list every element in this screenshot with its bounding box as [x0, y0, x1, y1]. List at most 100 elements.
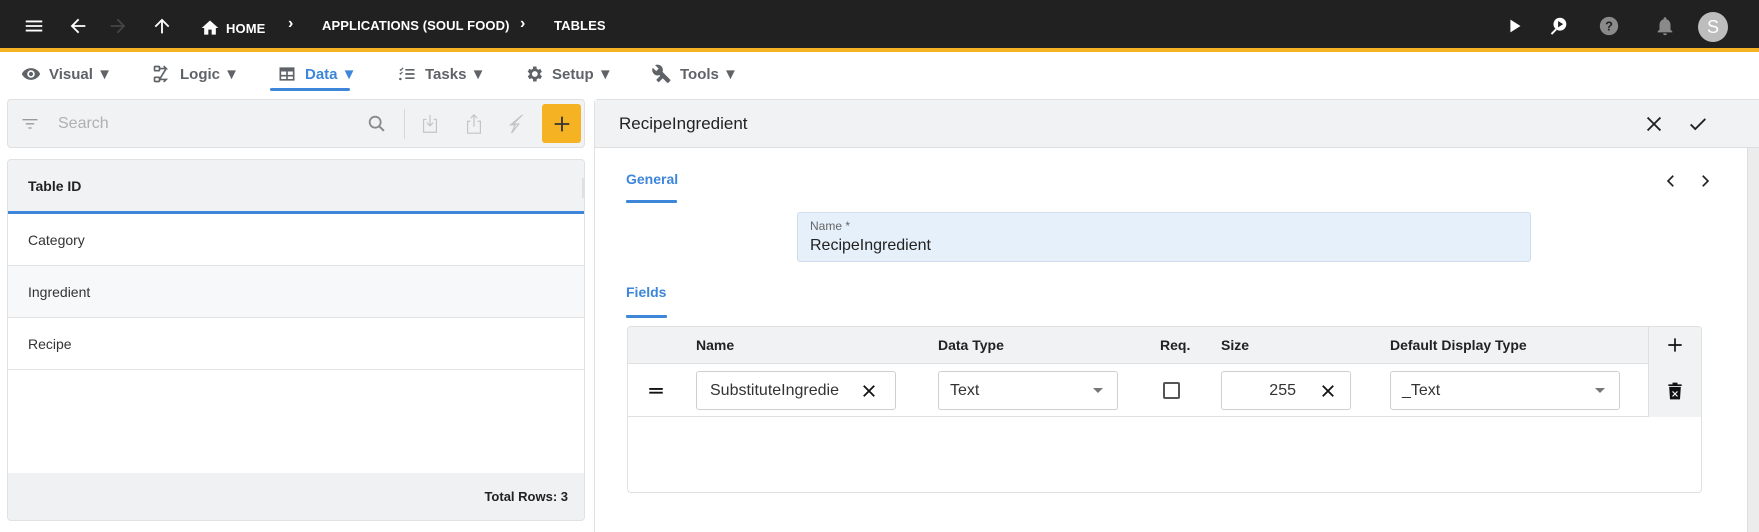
menu-data[interactable]: Data ▼: [277, 62, 357, 86]
data-type-select[interactable]: Text: [938, 371, 1118, 410]
help-icon[interactable]: ?: [1596, 13, 1622, 39]
logic-icon: [153, 65, 169, 83]
dropdown-caret-icon: [1595, 388, 1605, 393]
plus-icon: [554, 116, 569, 131]
lightning-icon[interactable]: [505, 112, 529, 136]
breadcrumb-tables-label: TABLES: [554, 18, 606, 33]
breadcrumb-tables[interactable]: TABLES: [554, 18, 606, 33]
tab-fields-indicator: [626, 315, 667, 318]
menu-setup[interactable]: Setup ▼: [524, 62, 613, 86]
chevron-right-icon: ›: [520, 15, 526, 32]
trash-icon: [1668, 382, 1682, 400]
tab-general[interactable]: General: [626, 171, 678, 187]
header-default-display-type: Default Display Type: [1390, 337, 1527, 353]
menu-tasks[interactable]: Tasks ▼: [397, 62, 485, 86]
list-item-label: Ingredient: [28, 283, 91, 300]
dropdown-caret-icon: [1093, 388, 1103, 393]
chevron-right-icon: ›: [288, 15, 294, 32]
gear-icon: [527, 66, 542, 82]
avatar[interactable]: S: [1698, 12, 1728, 42]
menu-tasks-label: Tasks ▼: [425, 65, 486, 83]
size-value: 255: [1269, 381, 1296, 399]
avatar-initial: S: [1706, 16, 1719, 37]
size-input[interactable]: 255: [1221, 371, 1351, 410]
display-type-value: _Text: [1402, 381, 1441, 399]
clear-name-icon[interactable]: [859, 381, 879, 401]
plus-icon: [1668, 338, 1682, 352]
tab-general-indicator: [626, 200, 677, 203]
tools-icon: [652, 64, 671, 83]
breadcrumb-applications[interactable]: APPLICATIONS (SOUL FOOD): [322, 18, 510, 33]
table-row: SubstituteIngredie Text 255 _Text: [628, 364, 1701, 417]
cancel-button[interactable]: [1642, 112, 1666, 136]
add-field-button[interactable]: [1665, 335, 1685, 360]
active-menu-indicator: [270, 88, 350, 91]
menu-icon[interactable]: [21, 13, 47, 39]
data-type-value: Text: [950, 381, 980, 399]
menu-tools[interactable]: Tools ▼: [652, 62, 738, 86]
eye-icon: [21, 68, 41, 80]
column-header-label: Table ID: [28, 177, 82, 194]
drag-handle-icon[interactable]: [647, 382, 665, 405]
toolbar-divider: [404, 109, 405, 139]
display-type-select[interactable]: _Text: [1390, 371, 1620, 410]
add-table-button[interactable]: [542, 104, 581, 143]
list-item[interactable]: Recipe: [8, 318, 584, 370]
column-resize-handle[interactable]: [582, 178, 584, 198]
menu-data-label: Data ▼: [305, 65, 357, 83]
tab-fields[interactable]: Fields: [626, 284, 666, 300]
play-icon[interactable]: [1502, 13, 1528, 39]
search-toolbar: [7, 99, 585, 148]
menu-tools-label: Tools ▼: [680, 65, 738, 83]
filter-icon[interactable]: [18, 112, 42, 136]
list-footer: Total Rows: 3: [8, 473, 584, 520]
clear-size-icon[interactable]: [1318, 381, 1338, 401]
fields-grid-header: Name Data Type Req. Size Default Display…: [628, 327, 1701, 364]
name-field[interactable]: Name * RecipeIngredient: [797, 212, 1531, 262]
table-icon: [279, 67, 295, 81]
next-button[interactable]: [1695, 171, 1715, 191]
menu-bar: Visual ▼ Logic ▼ Data ▼ Tasks ▼ Setup ▼ …: [0, 56, 1759, 136]
save-button[interactable]: [1686, 112, 1710, 136]
menu-logic-label: Logic ▼: [180, 65, 240, 83]
back-arrow-icon[interactable]: [65, 13, 91, 39]
tables-list: Table ID Category Ingredient Recipe Tota…: [7, 159, 585, 521]
search-input[interactable]: [58, 110, 358, 138]
check-icon: [1690, 118, 1706, 131]
close-icon: [1646, 116, 1662, 132]
list-item-label: Category: [28, 231, 85, 248]
app-bar: HOME › APPLICATIONS (SOUL FOOD) › TABLES…: [0, 0, 1759, 52]
column-header-table-id[interactable]: Table ID: [8, 160, 584, 214]
chevron-right-icon: [1702, 175, 1710, 187]
fields-grid: Name Data Type Req. Size Default Display…: [627, 326, 1702, 493]
delete-field-button[interactable]: [1665, 380, 1685, 407]
bell-icon[interactable]: [1652, 13, 1678, 39]
up-arrow-icon[interactable]: [149, 13, 175, 39]
svg-text:?: ?: [1605, 19, 1613, 34]
list-item-label: Recipe: [28, 335, 72, 352]
home-icon: [201, 20, 219, 35]
form-header: RecipeIngredient: [595, 100, 1759, 148]
search-icon[interactable]: [365, 112, 389, 136]
export-icon[interactable]: [462, 112, 486, 136]
tasks-icon: [399, 67, 415, 81]
header-name: Name: [696, 337, 735, 353]
menu-logic[interactable]: Logic ▼: [152, 62, 239, 86]
total-rows: Total Rows: 3: [484, 489, 568, 504]
search-play-icon[interactable]: [1546, 13, 1572, 39]
required-checkbox[interactable]: [1163, 382, 1180, 399]
header-size: Size: [1221, 337, 1250, 353]
menu-visual[interactable]: Visual ▼: [21, 62, 112, 86]
name-field-value[interactable]: RecipeIngredient: [810, 237, 931, 255]
previous-button[interactable]: [1661, 171, 1681, 191]
breadcrumb-home[interactable]: HOME: [200, 18, 265, 38]
breadcrumb-home-label: HOME: [226, 20, 266, 36]
list-item[interactable]: Category: [8, 214, 584, 266]
import-icon[interactable]: [418, 112, 442, 136]
name-field-label: Name *: [810, 219, 851, 233]
field-name-input[interactable]: SubstituteIngredie: [696, 371, 896, 410]
menu-visual-label: Visual ▼: [49, 65, 112, 83]
vertical-scrollbar[interactable]: [1747, 148, 1759, 532]
list-item[interactable]: Ingredient: [8, 266, 584, 318]
breadcrumb-applications-label: APPLICATIONS (SOUL FOOD): [322, 18, 510, 33]
